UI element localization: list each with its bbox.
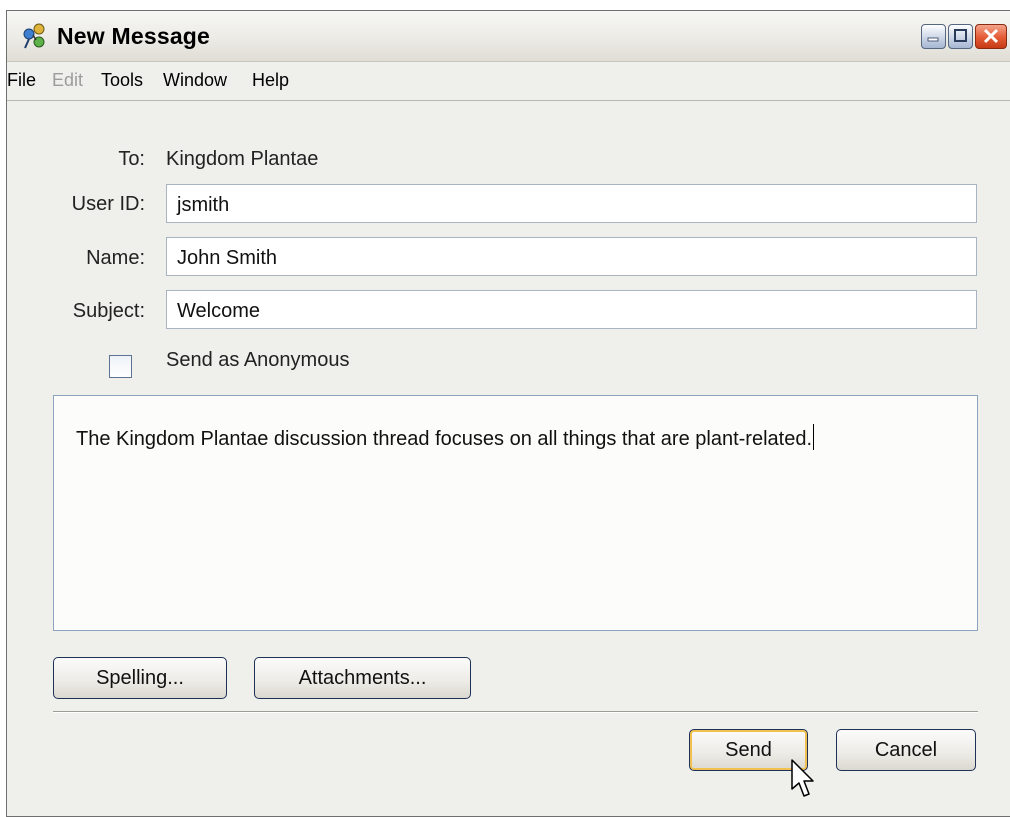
maximize-icon: [954, 29, 967, 42]
anonymous-label[interactable]: Send as Anonymous: [166, 349, 349, 372]
userid-field[interactable]: jsmith: [166, 184, 977, 223]
menu-tools[interactable]: Tools: [101, 70, 143, 91]
userid-label: User ID:: [71, 193, 145, 215]
message-body-textarea[interactable]: The Kingdom Plantae discussion thread fo…: [53, 395, 978, 631]
minimize-icon: [927, 37, 939, 42]
window-title: New Message: [57, 23, 211, 49]
menu-help[interactable]: Help: [252, 70, 289, 91]
to-label: To:: [118, 148, 145, 170]
title-bar[interactable]: New Message: [7, 11, 1010, 62]
cancel-button[interactable]: Cancel: [836, 729, 976, 771]
close-button[interactable]: [975, 24, 1007, 49]
close-icon: [983, 28, 999, 44]
menu-bar: File Edit Tools Window Help: [7, 62, 1010, 101]
userid-value: jsmith: [177, 194, 230, 216]
name-label: Name:: [86, 247, 145, 269]
new-message-window: New Message File Edit Tools Window Help …: [6, 10, 1010, 817]
maximize-button[interactable]: [948, 24, 973, 49]
spelling-button[interactable]: Spelling...: [53, 657, 227, 699]
menu-file[interactable]: File: [7, 70, 36, 91]
minimize-button[interactable]: [921, 24, 946, 49]
menu-edit[interactable]: Edit: [52, 70, 83, 91]
subject-value: Welcome: [177, 300, 260, 322]
anonymous-checkbox[interactable]: [109, 355, 132, 378]
menu-window[interactable]: Window: [163, 70, 227, 91]
mouse-pointer-icon: [791, 759, 814, 797]
button-separator: [53, 711, 978, 713]
subject-label: Subject:: [72, 300, 145, 322]
name-value: John Smith: [177, 247, 278, 269]
to-value: Kingdom Plantae: [166, 148, 319, 170]
text-caret: [813, 424, 814, 450]
message-body-text: The Kingdom Plantae discussion thread fo…: [76, 428, 812, 450]
people-network-icon: [23, 23, 45, 49]
name-field[interactable]: John Smith: [166, 237, 977, 276]
subject-field[interactable]: Welcome: [166, 290, 977, 329]
attachments-button[interactable]: Attachments...: [254, 657, 471, 699]
